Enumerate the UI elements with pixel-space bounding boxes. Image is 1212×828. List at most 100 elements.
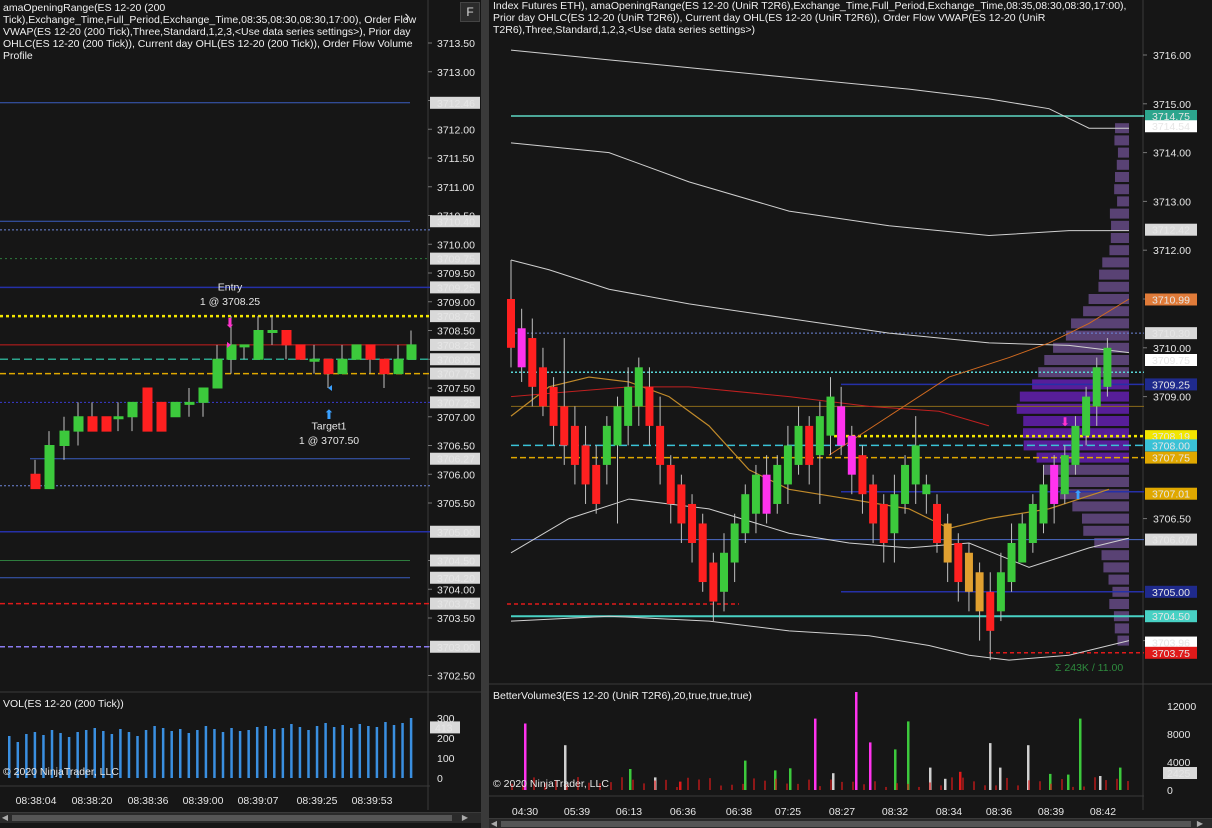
bearish-candle[interactable] [666,464,675,504]
bullish-candle[interactable] [1007,543,1016,583]
scroll-thumb[interactable] [501,821,1191,827]
bullish-candle[interactable] [351,344,362,360]
bullish-candle[interactable] [226,344,237,360]
bullish-candle[interactable] [1028,503,1037,543]
bullish-candle[interactable] [309,358,320,362]
bearish-candle[interactable] [858,455,867,495]
bearish-candle[interactable] [101,416,112,432]
bullish-candle[interactable] [826,396,835,436]
bearish-candle[interactable] [156,401,167,432]
bullish-candle[interactable] [751,474,760,514]
bearish-candle[interactable] [323,358,334,375]
bullish-candle[interactable] [741,494,750,534]
right-horizontal-scrollbar[interactable]: ◀ ▶ [489,818,1212,828]
bullish-candle[interactable] [212,358,223,389]
bullish-candle[interactable] [1082,396,1091,436]
scroll-thumb[interactable] [12,815,452,821]
bullish-candle[interactable] [720,552,728,592]
bearish-candle[interactable] [805,425,814,465]
bullish-candle[interactable] [184,401,195,405]
bearish-candle[interactable] [986,591,995,631]
scroll-right-icon[interactable]: ▶ [1195,819,1205,828]
bearish-candle[interactable] [964,552,973,592]
bullish-candle[interactable] [127,401,138,418]
bullish-candle[interactable] [393,358,404,375]
bearish-candle[interactable] [698,523,707,583]
bearish-candle[interactable] [560,406,569,446]
bullish-candle[interactable] [113,416,124,420]
right-chart-canvas[interactable]: 3716.003715.003714.003713.003712.003711.… [489,0,1212,828]
bullish-candle[interactable] [59,430,70,446]
bullish-candle[interactable] [783,445,792,485]
bullish-candle[interactable] [901,464,910,504]
bullish-candle[interactable] [406,344,417,360]
bearish-candle[interactable] [87,416,98,432]
bearish-candle[interactable] [592,464,601,504]
bearish-candle[interactable] [517,328,526,368]
scroll-left-icon[interactable]: ◀ [0,813,10,823]
bullish-candle[interactable] [773,464,782,504]
bearish-candle[interactable] [847,435,856,475]
right-price-area[interactable] [489,0,1144,684]
bullish-candle[interactable] [253,330,264,360]
bearish-candle[interactable] [295,344,306,360]
bearish-candle[interactable] [570,425,579,465]
bearish-candle[interactable] [379,358,390,375]
bullish-candle[interactable] [239,344,250,348]
chevron-right-icon[interactable]: › [398,8,416,26]
left-chart-panel[interactable]: 3713.503713.003712.503712.003711.503711.… [0,0,481,828]
bearish-candle[interactable] [933,503,941,543]
bullish-candle[interactable] [890,494,899,534]
bullish-candle[interactable] [337,358,348,375]
bullish-candle[interactable] [170,401,181,418]
bullish-candle[interactable] [1039,484,1048,524]
bearish-candle[interactable] [142,387,153,432]
bearish-candle[interactable] [30,473,41,490]
bearish-candle[interactable] [709,562,718,602]
bearish-candle[interactable] [656,425,665,465]
bearish-candle[interactable] [677,484,686,524]
bullish-candle[interactable] [624,386,633,426]
bullish-candle[interactable] [1018,523,1027,563]
bullish-candle[interactable] [1103,347,1112,387]
left-horizontal-scrollbar[interactable]: ◀ ▶ [0,812,481,823]
scroll-right-icon[interactable]: ▶ [460,813,470,823]
bearish-candle[interactable] [549,386,558,426]
bullish-candle[interactable] [1092,367,1101,407]
bearish-candle[interactable] [837,406,846,446]
bearish-candle[interactable] [1050,464,1059,504]
bullish-candle[interactable] [730,523,739,563]
bearish-candle[interactable] [581,445,590,485]
bullish-candle[interactable] [794,425,803,465]
bearish-candle[interactable] [975,572,984,612]
bullish-candle[interactable] [267,330,278,333]
bearish-candle[interactable] [281,330,292,346]
bullish-candle[interactable] [634,367,643,407]
bearish-candle[interactable] [869,484,878,524]
bullish-candle[interactable] [1071,425,1080,465]
bullish-candle[interactable] [613,406,622,446]
bearish-candle[interactable] [507,299,515,348]
panel-divider[interactable] [481,0,489,828]
bearish-candle[interactable] [943,523,952,563]
bullish-candle[interactable] [602,425,611,465]
bullish-candle[interactable] [911,445,920,485]
bullish-candle[interactable] [996,572,1005,612]
bearish-candle[interactable] [879,503,888,543]
bullish-candle[interactable] [922,484,931,495]
bearish-candle[interactable] [645,386,654,426]
bearish-candle[interactable] [688,503,697,543]
bearish-candle[interactable] [954,543,963,583]
bullish-candle[interactable] [44,445,55,490]
f-button[interactable]: F [460,2,480,22]
bearish-candle[interactable] [538,367,547,407]
bullish-candle[interactable] [815,416,824,456]
bearish-candle[interactable] [365,344,376,360]
bearish-candle[interactable] [528,338,537,387]
bullish-candle[interactable] [1060,455,1069,495]
scroll-left-icon[interactable]: ◀ [489,819,499,828]
bullish-candle[interactable] [198,387,209,403]
bearish-candle[interactable] [762,474,771,514]
bullish-candle[interactable] [73,416,84,432]
right-chart-panel[interactable]: 3716.003715.003714.003713.003712.003711.… [489,0,1212,828]
